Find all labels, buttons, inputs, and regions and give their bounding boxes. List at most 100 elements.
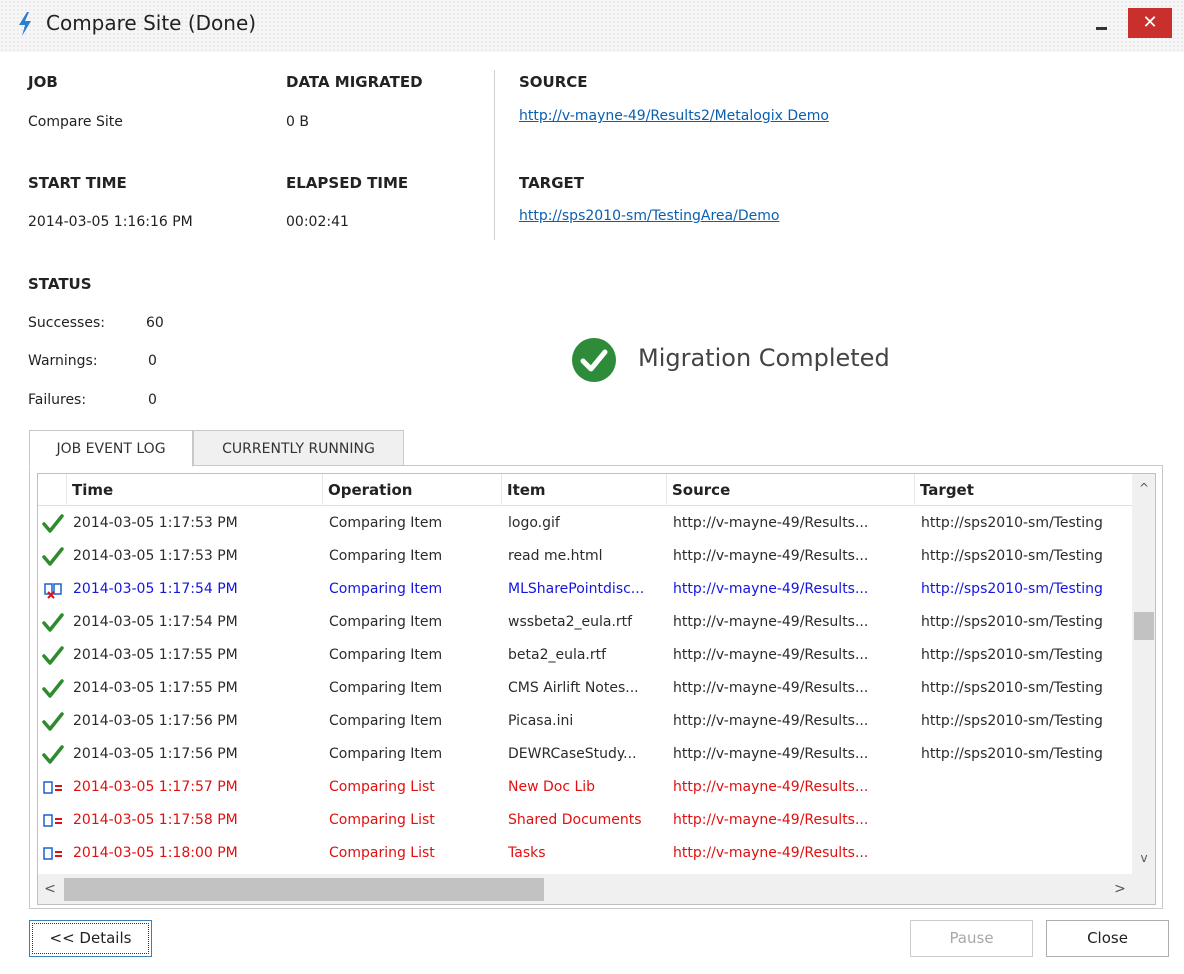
tab-job-event-log[interactable]: JOB EVENT LOG bbox=[29, 430, 193, 467]
cell-target: http://sps2010-sm/Testing bbox=[921, 680, 1103, 696]
table-row[interactable]: 2014-03-05 1:17:56 PM Comparing Item Picas… bbox=[38, 705, 1132, 738]
elapsed-time-value: 00:02:41 bbox=[286, 214, 349, 230]
cell-source: http://v-mayne-49/Results... bbox=[673, 548, 869, 564]
cell-target: http://sps2010-sm/Testing bbox=[921, 746, 1103, 762]
cell-target bbox=[915, 804, 1132, 837]
table-row[interactable]: 2014-03-05 1:17:53 PM Comparing Item logo.… bbox=[38, 507, 1132, 540]
minimize-button[interactable] bbox=[1087, 12, 1117, 38]
table-row[interactable]: 2014-03-05 1:18:00 PM Comparing List Tasks… bbox=[38, 837, 1132, 870]
cell-operation: Comparing List bbox=[329, 779, 435, 795]
scroll-right-icon[interactable]: > bbox=[1108, 874, 1132, 904]
cell-operation: Comparing Item bbox=[329, 515, 443, 531]
cell-time: 2014-03-05 1:17:58 PM bbox=[73, 812, 238, 828]
table-row[interactable]: 2014-03-05 1:17:54 PM Comparing Item wssbe… bbox=[38, 606, 1132, 639]
header-target[interactable]: Target bbox=[915, 474, 1132, 506]
tab-currently-running[interactable]: CURRENTLY RUNNING bbox=[193, 430, 404, 466]
check-icon bbox=[40, 711, 66, 733]
cell-item: Tasks bbox=[508, 845, 546, 861]
horizontal-scroll-thumb[interactable] bbox=[64, 878, 544, 901]
cell-source: http://v-mayne-49/Results... bbox=[673, 845, 869, 861]
list-difference-icon bbox=[40, 810, 66, 832]
scroll-down-icon[interactable]: v bbox=[1132, 846, 1155, 870]
cell-target: http://sps2010-sm/Testing bbox=[921, 614, 1103, 630]
table-row[interactable]: 2014-03-05 1:17:55 PM Comparing Item beta2… bbox=[38, 639, 1132, 672]
job-value: Compare Site bbox=[28, 114, 123, 130]
cell-target: http://sps2010-sm/Testing bbox=[921, 647, 1103, 663]
vertical-scroll-thumb[interactable] bbox=[1134, 612, 1154, 640]
window-title: Compare Site (Done) bbox=[46, 11, 257, 35]
job-event-log-panel: Time Operation Item Source Target 2014-0… bbox=[29, 465, 1163, 909]
cell-source: http://v-mayne-49/Results... bbox=[673, 581, 869, 597]
cell-source: http://v-mayne-49/Results... bbox=[673, 779, 869, 795]
header-time[interactable]: Time bbox=[67, 474, 323, 506]
failures-label: Failures: bbox=[28, 392, 87, 408]
elapsed-time-label: ELAPSED TIME bbox=[286, 174, 409, 192]
scrollbar-corner bbox=[1132, 874, 1155, 904]
header-item[interactable]: Item bbox=[502, 474, 667, 506]
title-bar: Compare Site (Done) ✕ bbox=[0, 0, 1184, 52]
compare-difference-icon bbox=[40, 579, 66, 601]
cell-time: 2014-03-05 1:17:54 PM bbox=[73, 614, 238, 630]
cell-source: http://v-mayne-49/Results... bbox=[673, 614, 869, 630]
cell-source: http://v-mayne-49/Results... bbox=[673, 515, 869, 531]
cell-target: http://sps2010-sm/Testing bbox=[921, 713, 1103, 729]
lightning-icon bbox=[19, 12, 31, 36]
cell-item: logo.gif bbox=[508, 515, 560, 531]
cell-operation: Comparing Item bbox=[329, 614, 443, 630]
cell-source: http://v-mayne-49/Results... bbox=[673, 812, 869, 828]
target-link[interactable]: http://sps2010-sm/TestingArea/Demo bbox=[519, 208, 779, 224]
cell-source: http://v-mayne-49/Results... bbox=[673, 713, 869, 729]
close-window-button[interactable]: ✕ bbox=[1128, 8, 1172, 38]
table-row[interactable]: 2014-03-05 1:17:53 PM Comparing Item read … bbox=[38, 540, 1132, 573]
summary-divider bbox=[494, 70, 495, 240]
cell-item: MLSharePointdisc... bbox=[508, 581, 645, 597]
cell-target: http://sps2010-sm/Testing bbox=[921, 548, 1103, 564]
cell-time: 2014-03-05 1:17:53 PM bbox=[73, 548, 238, 564]
table-row[interactable]: 2014-03-05 1:17:57 PM Comparing List New D… bbox=[38, 771, 1132, 804]
header-operation[interactable]: Operation bbox=[323, 474, 502, 506]
check-icon bbox=[40, 678, 66, 700]
table-row[interactable]: 2014-03-05 1:17:58 PM Comparing List Share… bbox=[38, 804, 1132, 837]
cell-source: http://v-mayne-49/Results... bbox=[673, 746, 869, 762]
vertical-scrollbar[interactable]: ^ v bbox=[1132, 474, 1155, 874]
cell-source: http://v-mayne-49/Results... bbox=[673, 647, 869, 663]
header-source[interactable]: Source bbox=[667, 474, 915, 506]
warnings-label: Warnings: bbox=[28, 353, 98, 369]
details-button[interactable]: << Details bbox=[29, 920, 152, 957]
cell-operation: Comparing List bbox=[329, 845, 435, 861]
data-migrated-value: 0 B bbox=[286, 114, 309, 130]
source-link[interactable]: http://v-mayne-49/Results2/Metalogix Dem… bbox=[519, 108, 829, 124]
cell-operation: Comparing Item bbox=[329, 647, 443, 663]
cell-item: wssbeta2_eula.rtf bbox=[508, 614, 633, 630]
successes-label: Successes: bbox=[28, 315, 105, 331]
close-button[interactable]: Close bbox=[1046, 920, 1169, 957]
scroll-up-icon[interactable]: ^ bbox=[1132, 476, 1155, 500]
check-icon bbox=[40, 546, 66, 568]
cell-operation: Comparing List bbox=[329, 812, 435, 828]
warnings-count: 0 bbox=[148, 353, 157, 369]
pause-button[interactable]: Pause bbox=[910, 920, 1033, 957]
horizontal-scrollbar[interactable]: < > bbox=[38, 874, 1132, 904]
cell-time: 2014-03-05 1:17:55 PM bbox=[73, 647, 238, 663]
cell-target bbox=[915, 837, 1132, 870]
cell-time: 2014-03-05 1:17:57 PM bbox=[73, 779, 238, 795]
table-row[interactable]: 2014-03-05 1:17:55 PM Comparing Item CMS A… bbox=[38, 672, 1132, 705]
failures-count: 0 bbox=[148, 392, 157, 408]
cell-item: beta2_eula.rtf bbox=[508, 647, 607, 663]
cell-time: 2014-03-05 1:17:56 PM bbox=[73, 713, 238, 729]
cell-time: 2014-03-05 1:17:54 PM bbox=[73, 581, 238, 597]
data-migrated-label: DATA MIGRATED bbox=[286, 73, 423, 91]
table-row[interactable]: 2014-03-05 1:17:54 PM Comparing Item MLSha… bbox=[38, 573, 1132, 606]
start-time-value: 2014-03-05 1:16:16 PM bbox=[28, 214, 193, 230]
event-log-grid: Time Operation Item Source Target 2014-0… bbox=[37, 473, 1156, 905]
source-label: SOURCE bbox=[519, 73, 588, 91]
cell-source: http://v-mayne-49/Results... bbox=[673, 680, 869, 696]
migration-status-message: Migration Completed bbox=[638, 344, 890, 372]
cell-operation: Comparing Item bbox=[329, 680, 443, 696]
cell-item: CMS Airlift Notes... bbox=[508, 680, 639, 696]
scroll-left-icon[interactable]: < bbox=[38, 874, 62, 904]
check-icon bbox=[40, 645, 66, 667]
table-row[interactable]: 2014-03-05 1:17:56 PM Comparing Item DEWRC… bbox=[38, 738, 1132, 771]
job-label: JOB bbox=[28, 73, 58, 91]
cell-target bbox=[915, 771, 1132, 804]
